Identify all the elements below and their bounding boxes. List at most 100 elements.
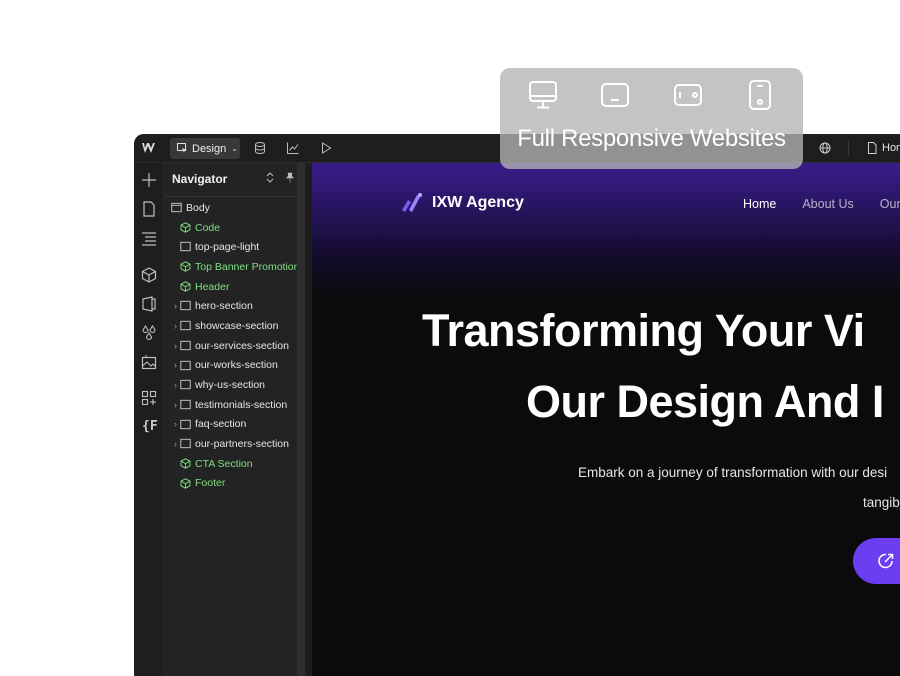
expand-caret-icon[interactable]: ›	[174, 400, 177, 410]
element-box-icon	[171, 202, 182, 213]
design-mode-button[interactable]: Design ⌄	[170, 138, 240, 159]
navigator-item-label: Footer	[195, 477, 226, 490]
expand-caret-icon[interactable]: ›	[174, 360, 177, 370]
navigator-item[interactable]: Code	[165, 218, 305, 238]
apps-grid-icon[interactable]	[141, 390, 157, 406]
element-box-icon	[180, 301, 191, 311]
site-nav-our[interactable]: Our	[880, 197, 900, 211]
tablet-landscape-icon	[674, 84, 702, 106]
pin-icon[interactable]	[285, 172, 295, 183]
component-cube-icon	[180, 221, 191, 233]
navigator-item[interactable]: Header	[165, 277, 305, 297]
element-box-icon	[180, 320, 191, 331]
navigator-item[interactable]: › our-works-section	[165, 356, 305, 376]
element-box-icon	[180, 419, 191, 429]
site-nav-about[interactable]: About Us	[802, 197, 853, 211]
hero-heading-line-1: Transforming Your Vi	[422, 305, 865, 356]
navigator-item[interactable]: › testimonials-section	[165, 395, 305, 415]
expand-caret-icon[interactable]: ›	[174, 380, 177, 390]
component-cube-icon	[180, 458, 191, 469]
component-cube-icon	[180, 477, 191, 489]
navigator-icon[interactable]	[141, 230, 157, 246]
site-brand-name[interactable]: IXW Agency	[432, 194, 524, 212]
navigator-scrollbar[interactable]	[297, 163, 305, 676]
component-cube-icon	[180, 261, 191, 272]
play-preview-icon[interactable]	[319, 141, 333, 155]
navigator-title: Navigator	[172, 172, 228, 186]
designer-window: Design ⌄ Hom	[134, 134, 900, 676]
navigator-item[interactable]: › our-partners-section	[165, 434, 305, 454]
navigator-item-label: our-works-section	[195, 359, 278, 372]
navigator-header-actions	[265, 172, 295, 183]
navigator-item-label: why-us-section	[195, 379, 266, 392]
database-icon[interactable]	[253, 141, 267, 155]
responsive-websites-title: Full Responsive Websites	[517, 125, 786, 152]
webflow-logo-icon[interactable]	[141, 141, 159, 155]
hero-cta-button[interactable]	[853, 538, 900, 584]
navigator-item[interactable]: › our-services-section	[165, 336, 305, 356]
element-box-icon	[180, 242, 191, 252]
desktop-icon	[529, 81, 557, 109]
cursor-box-icon	[177, 143, 187, 153]
components-cube-icon[interactable]	[141, 267, 157, 283]
left-icon-rail: {F	[134, 163, 164, 676]
navigator-item-label: our-services-section	[195, 339, 289, 352]
assets-image-icon[interactable]	[141, 354, 157, 370]
navigator-item-label: testimonials-section	[195, 398, 288, 411]
hero-subtext-line-2: tangib	[863, 495, 900, 510]
design-mode-label: Design	[192, 142, 227, 155]
navigator-tree: Body Code top-page-light Top Banner Promoti…	[165, 198, 305, 493]
agency-logo-icon[interactable]	[400, 192, 424, 214]
pages-icon[interactable]	[141, 201, 157, 217]
navigator-item-label: showcase-section	[195, 319, 279, 332]
variables-drops-icon[interactable]	[141, 325, 157, 341]
navigator-item[interactable]: Footer	[165, 474, 305, 494]
page-icon	[868, 142, 877, 154]
hero-gradient-background	[312, 163, 900, 293]
laptop-icon	[601, 83, 629, 107]
navigator-item[interactable]: › why-us-section	[165, 375, 305, 395]
navigator-item[interactable]: Body	[165, 198, 305, 218]
hero-subtext-line-1: Embark on a journey of transformation wi…	[578, 465, 888, 480]
responsive-websites-card: Full Responsive Websites	[500, 68, 803, 169]
navigator-item-label: top-page-light	[195, 241, 260, 254]
styles-icon[interactable]	[141, 296, 157, 312]
navigator-item-label: Header	[195, 280, 230, 293]
navigator-item[interactable]: › faq-section	[165, 415, 305, 435]
navigator-item[interactable]: › showcase-section	[165, 316, 305, 336]
mobile-phone-icon	[749, 80, 771, 110]
navigator-item-label: Body	[186, 201, 210, 214]
arrow-up-right-circle-icon	[878, 553, 894, 569]
analytics-chart-icon[interactable]	[286, 141, 300, 155]
element-box-icon	[180, 399, 191, 410]
toolbar-divider	[848, 141, 849, 156]
expand-caret-icon[interactable]: ›	[174, 439, 177, 449]
site-nav-home[interactable]: Home	[743, 197, 776, 211]
globe-icon[interactable]	[819, 142, 831, 154]
expand-caret-icon[interactable]: ›	[174, 419, 177, 429]
navigator-item-label: Top Banner Promotion	[195, 260, 300, 273]
navigator-divider	[165, 196, 305, 197]
variables-text-icon[interactable]: {F	[142, 419, 158, 434]
navigator-item-label: faq-section	[195, 418, 247, 431]
navigator-item[interactable]: CTA Section	[165, 454, 305, 474]
element-box-icon	[180, 360, 191, 370]
design-canvas[interactable]: IXW Agency Home About Us Our Transformin…	[312, 163, 900, 676]
chevron-down-icon: ⌄	[231, 144, 238, 153]
element-box-icon	[180, 439, 191, 449]
navigator-item[interactable]: top-page-light	[165, 237, 305, 257]
current-page-label[interactable]: Hom	[882, 142, 900, 154]
navigator-item[interactable]: › hero-section	[165, 296, 305, 316]
navigator-item[interactable]: Top Banner Promotion	[165, 257, 305, 277]
expand-collapse-icon[interactable]	[265, 172, 275, 183]
expand-caret-icon[interactable]: ›	[174, 341, 177, 351]
component-cube-icon	[180, 281, 191, 292]
expand-caret-icon[interactable]: ›	[174, 301, 177, 311]
navigator-item-label: hero-section	[195, 300, 253, 313]
hero-heading-line-2: Our Design And I	[526, 376, 884, 427]
element-box-icon	[180, 380, 191, 390]
add-icon[interactable]	[141, 172, 157, 188]
navigator-item-label: CTA Section	[195, 457, 253, 470]
expand-caret-icon[interactable]: ›	[174, 321, 177, 331]
site-nav: Home About Us Our	[743, 197, 900, 211]
